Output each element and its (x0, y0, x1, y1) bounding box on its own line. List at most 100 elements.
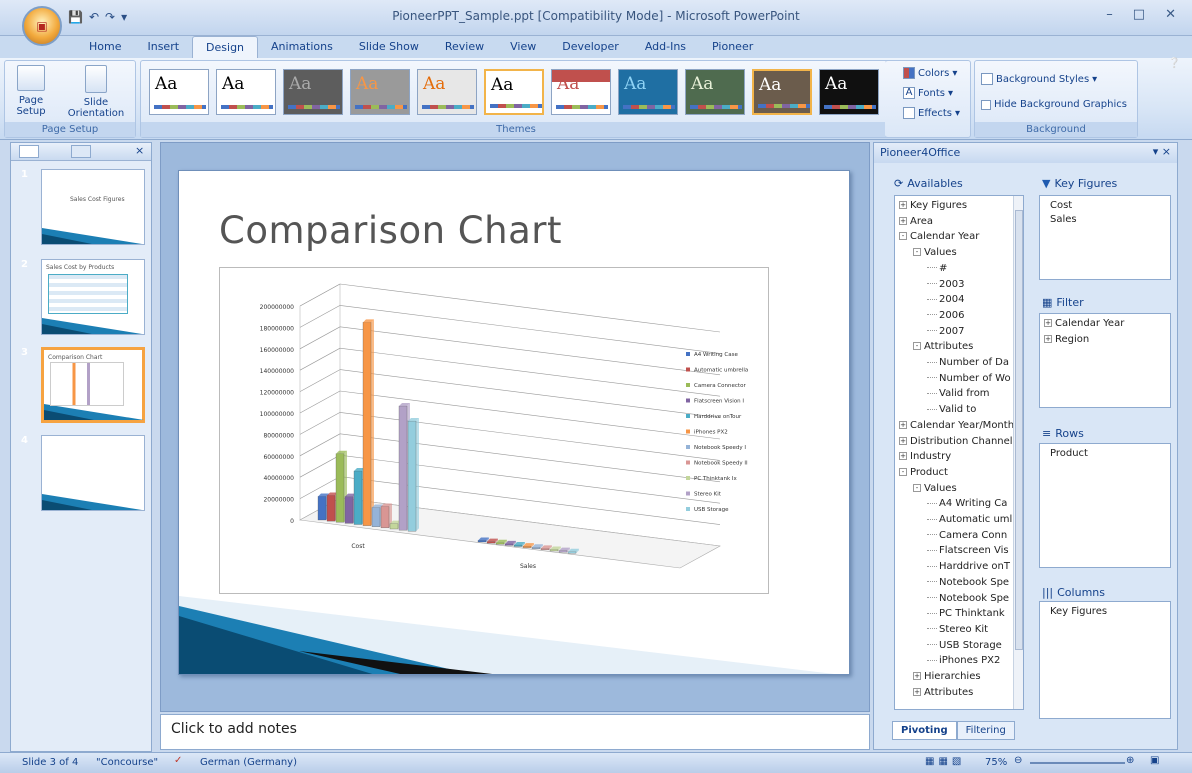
key-figure-item[interactable]: Sales (1050, 214, 1077, 225)
slide-orientation-button[interactable]: Slide Orientation (61, 65, 131, 119)
pane-close-icon[interactable]: ▾ × (1153, 145, 1171, 158)
tab-insert[interactable]: Insert (134, 36, 192, 58)
view-buttons[interactable]: ▦▦▧ (925, 756, 965, 767)
tab-add-ins[interactable]: Add-Ins (632, 36, 699, 58)
tree-item[interactable]: Notebook Spe (927, 593, 1009, 604)
tree-item[interactable]: 2004 (927, 294, 964, 305)
expand-icon[interactable]: + (899, 452, 907, 461)
tab-slide-show[interactable]: Slide Show (346, 36, 432, 58)
tree-item[interactable]: Number of Da (927, 357, 1009, 368)
tab-home[interactable]: Home (76, 36, 134, 58)
zoom-slider[interactable] (1030, 762, 1125, 764)
tab-design[interactable]: Design (192, 36, 259, 58)
tree-item[interactable]: Valid to (927, 404, 976, 415)
tree-item[interactable]: Flatscreen Vis (927, 545, 1009, 556)
tree-item[interactable]: 2003 (927, 279, 964, 290)
comparison-chart[interactable]: 200000000 180000000 160000000 140000000 1200… (219, 267, 769, 594)
expand-icon[interactable]: + (913, 672, 921, 680)
filter-item[interactable]: + Calendar Year (1044, 318, 1124, 329)
spelling-icon[interactable]: ✓ (174, 755, 182, 766)
tree-item[interactable]: + Distribution Channel (899, 436, 1013, 447)
help-icon[interactable]: ❔ (1168, 58, 1180, 69)
tab-developer[interactable]: Developer (549, 36, 632, 58)
theme-thumbnail[interactable]: Aa (149, 69, 209, 115)
background-styles-button[interactable]: Background Styles ▾ (981, 73, 1097, 85)
tree-item[interactable]: + Industry (899, 451, 951, 462)
tree-item[interactable]: + Key Figures (899, 200, 967, 211)
filter-item[interactable]: + Region (1044, 334, 1089, 345)
tree-item[interactable]: Automatic uml (927, 514, 1012, 525)
tree-item[interactable]: Notebook Spe (927, 577, 1009, 588)
tree-item[interactable]: - Calendar Year (899, 231, 979, 242)
zoom-in-icon[interactable]: ⊕ (1126, 755, 1134, 766)
tree-item[interactable]: - Attributes (913, 341, 973, 352)
tree-item[interactable]: 2007 (927, 326, 964, 337)
office-button[interactable]: ▣ (22, 6, 62, 46)
theme-thumbnail[interactable]: Aa (819, 69, 879, 115)
page-setup-button[interactable]: Page Setup (9, 65, 53, 117)
expand-icon[interactable]: - (899, 232, 907, 241)
tab-view[interactable]: View (497, 36, 549, 58)
key-figure-item[interactable]: Cost (1050, 200, 1072, 211)
slide-canvas[interactable]: Comparison Chart 200000000 180000000 16000… (178, 170, 850, 675)
fit-slide-icon[interactable]: ▣ (1150, 755, 1159, 766)
tree-item[interactable]: - Values (913, 483, 957, 494)
slide-thumbnail[interactable]: Comparison Chart (41, 347, 145, 423)
tab-pioneer[interactable]: Pioneer (699, 36, 766, 58)
slide-title[interactable]: Comparison Chart (219, 209, 562, 252)
tab-animations[interactable]: Animations (258, 36, 346, 58)
tree-item[interactable]: iPhones PX2 (927, 655, 1000, 666)
zoom-out-icon[interactable]: ⊖ (1014, 755, 1022, 766)
theme-thumbnail[interactable]: Aa (417, 69, 477, 115)
tree-scroll-thumb[interactable] (1015, 210, 1023, 650)
expand-icon[interactable]: + (899, 201, 907, 209)
tree-item[interactable]: Number of Wo (927, 373, 1011, 384)
close-icon[interactable]: ✕ (1165, 7, 1176, 22)
columns-box[interactable]: Key Figures (1039, 601, 1171, 719)
theme-thumbnail[interactable]: Aa (685, 69, 745, 115)
theme-thumbnail[interactable]: Aa (551, 69, 611, 115)
row-item[interactable]: Product (1050, 448, 1088, 459)
outline-tab[interactable] (71, 145, 91, 158)
tree-item[interactable]: + Calendar Year/Month (899, 420, 1014, 431)
tree-item[interactable]: # (927, 263, 947, 274)
tree-item[interactable]: Valid from (927, 388, 990, 399)
tree-item[interactable]: Camera Conn (927, 530, 1007, 541)
tree-item[interactable]: 2006 (927, 310, 964, 321)
slide-thumbnail[interactable] (41, 435, 145, 511)
tab-filtering[interactable]: Filtering (956, 721, 1015, 740)
theme-thumbnail[interactable]: Aa (350, 69, 410, 115)
theme-thumbnail[interactable]: Aa (618, 69, 678, 115)
rows-box[interactable]: Product (1039, 443, 1171, 568)
expand-icon[interactable]: - (899, 467, 907, 476)
tree-item[interactable]: + Attributes (913, 687, 973, 698)
expand-icon[interactable]: + (899, 420, 907, 429)
theme-thumbnail[interactable]: Aa (484, 69, 544, 115)
language-indicator[interactable]: German (Germany) (200, 757, 297, 768)
tree-item[interactable]: USB Storage (927, 640, 1002, 651)
availables-tree[interactable]: + Key Figures + Area - Calendar Year - Values #2… (894, 195, 1024, 710)
tree-item[interactable]: A4 Writing Ca (927, 498, 1007, 509)
expand-icon[interactable]: + (899, 436, 907, 445)
notes-pane[interactable]: Click to add notes (160, 714, 870, 750)
tree-item[interactable]: - Values (913, 247, 957, 258)
effects-button[interactable]: Effects ▾ (903, 107, 960, 119)
slides-tab[interactable] (19, 145, 39, 158)
fonts-button[interactable]: A Fonts ▾ (903, 87, 953, 99)
tree-item[interactable]: - Product (899, 467, 948, 478)
expand-icon[interactable]: - (913, 342, 921, 351)
theme-thumbnail[interactable]: Aa (216, 69, 276, 115)
zoom-level[interactable]: 75% (985, 757, 1007, 768)
expand-icon[interactable]: - (913, 483, 921, 492)
minimize-icon[interactable]: – (1106, 7, 1113, 22)
theme-thumbnail[interactable]: Aa (283, 69, 343, 115)
column-item[interactable]: Key Figures (1050, 606, 1107, 617)
theme-thumbnail[interactable]: Aa (752, 69, 812, 115)
tree-item[interactable]: + Area (899, 216, 933, 227)
tree-item[interactable]: Stereo Kit (927, 624, 988, 635)
tab-pivoting[interactable]: Pivoting (892, 721, 957, 740)
key-figures-box[interactable]: Cost Sales (1039, 195, 1171, 280)
expand-icon[interactable]: + (913, 687, 921, 696)
tree-item[interactable]: + Hierarchies (913, 671, 981, 682)
slide-thumbnail[interactable]: Sales Cost by Products (41, 259, 145, 335)
